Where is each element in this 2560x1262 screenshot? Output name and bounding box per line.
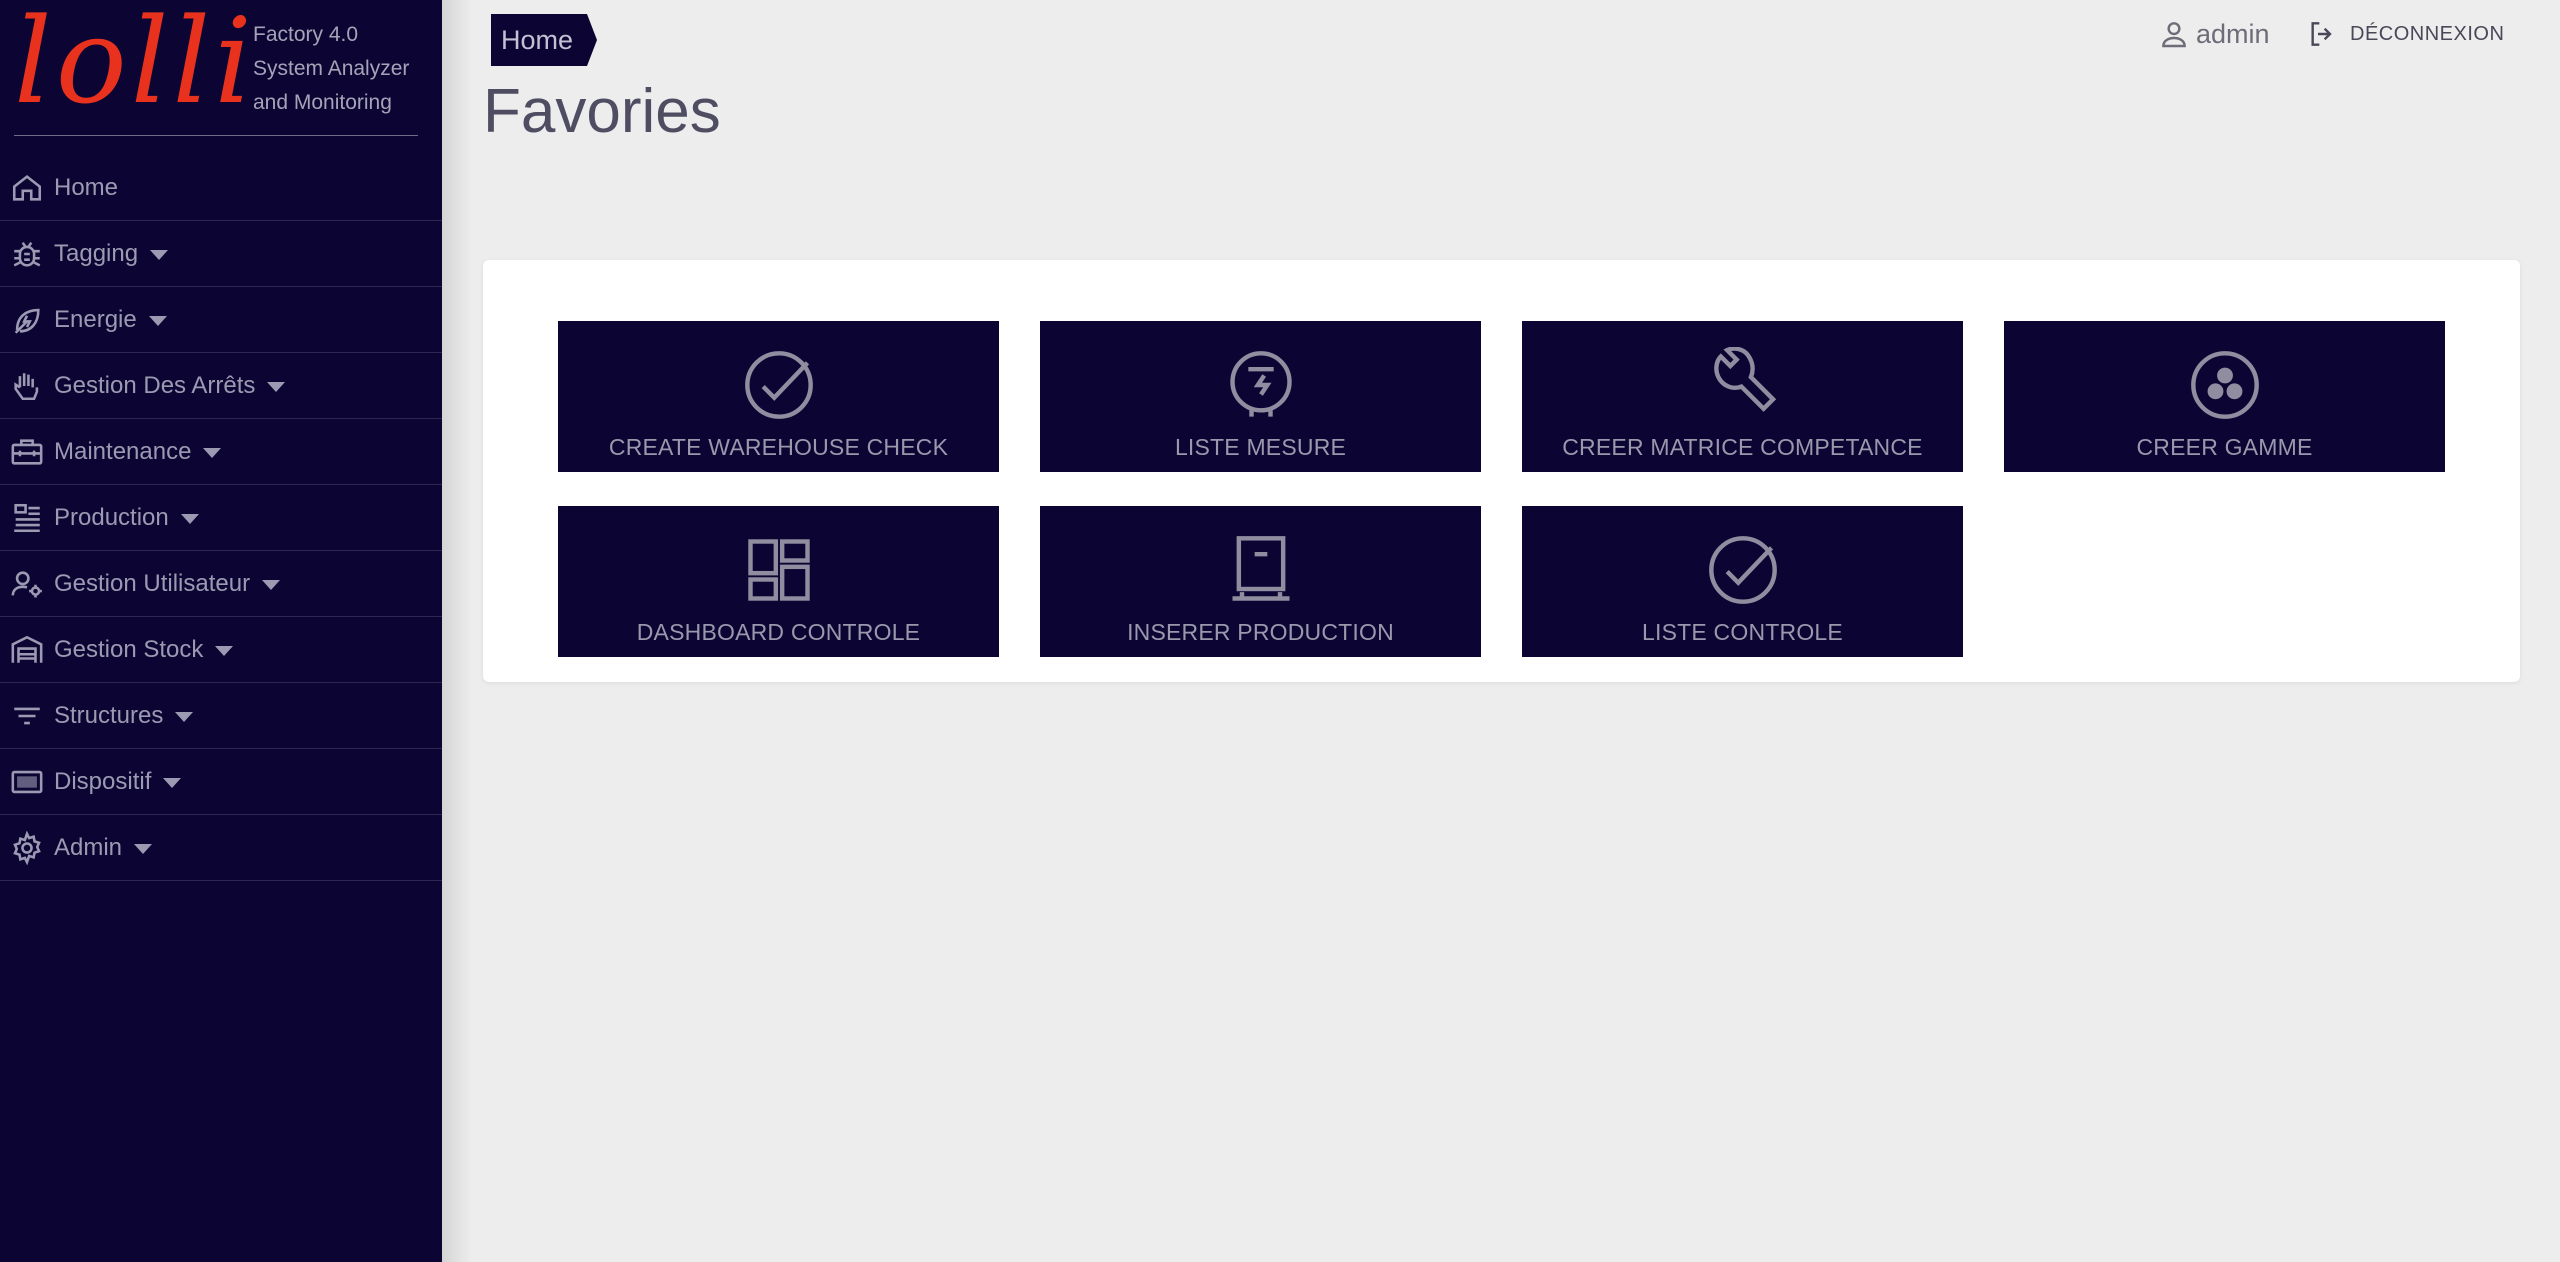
- check-circle-icon: [1708, 536, 1777, 604]
- sidebar-item-label: Energie: [54, 305, 137, 333]
- favorite-tile-label: LISTE MESURE: [1174, 434, 1347, 460]
- user-settings-icon: [0, 551, 54, 617]
- caret-down-icon: [134, 843, 153, 854]
- workspaces-icon: [2190, 351, 2259, 419]
- sidebar-item-admin[interactable]: Admin: [0, 815, 442, 881]
- sidebar-item-production[interactable]: Production: [0, 485, 442, 551]
- check-circle-icon: [744, 351, 813, 419]
- pallet-box-icon: [1232, 536, 1289, 601]
- favorite-tile-liste-mesure[interactable]: LISTE MESURE: [1040, 321, 1481, 472]
- filter-list-icon: [0, 683, 54, 749]
- sidebar-item-label: Home: [54, 173, 119, 201]
- logout-label: DÉCONNEXION: [2350, 22, 2505, 45]
- sidebar-item-label: Production: [54, 503, 169, 531]
- tagline-line: and Monitoring: [253, 91, 392, 114]
- dashboard-icon: [747, 539, 810, 601]
- sidebar-item-label: Gestion Stock: [54, 635, 204, 663]
- brand-logo[interactable]: lolli: [14, 2, 256, 120]
- favorite-tile-label: CREER GAMME: [2136, 434, 2313, 460]
- sidebar-item-label: Tagging: [54, 239, 139, 267]
- favorite-tile-label: DASHBOARD CONTROLE: [636, 619, 921, 645]
- warehouse-icon: [0, 617, 54, 683]
- eco-leaf-icon: [0, 287, 54, 353]
- sidebar-item-label: Dispositif: [54, 767, 152, 795]
- user-name: admin: [2196, 18, 2270, 49]
- sidebar-item-structures[interactable]: Structures: [0, 683, 442, 749]
- favorite-tile-create-warehouse-check[interactable]: CREATE WAREHOUSE CHECK: [558, 321, 999, 472]
- sidebar-item-tagging[interactable]: Tagging: [0, 221, 442, 287]
- sidebar-item-gestion-stock[interactable]: Gestion Stock: [0, 617, 442, 683]
- favorite-tile-label: LISTE CONTROLE: [1642, 619, 1843, 645]
- sidebar-item-energie[interactable]: Energie: [0, 287, 442, 353]
- caret-down-icon: [215, 645, 234, 656]
- sidebar-nav: Home Tagging Energie Gestion Des Arrêts: [0, 155, 442, 881]
- sidebar-item-maintenance[interactable]: Maintenance: [0, 419, 442, 485]
- breadcrumb[interactable]: Home: [491, 14, 598, 66]
- caret-down-icon: [150, 249, 169, 260]
- logout-icon: [2311, 22, 2332, 46]
- sidebar-item-label: Maintenance: [54, 437, 192, 465]
- caret-down-icon: [262, 579, 281, 590]
- sidebar-item-label: Gestion Des Arrêts: [54, 371, 256, 399]
- caret-down-icon: [203, 447, 222, 458]
- brand-header: lolli Factory 4.0 System Analyzer and Mo…: [0, 0, 442, 136]
- favorite-tile-creer-matrice-competance[interactable]: CREER MATRICE COMPETANCE: [1522, 321, 1963, 472]
- sidebar-shadow: [442, 0, 472, 1262]
- favorite-tile-label: INSERER PRODUCTION: [1127, 619, 1394, 645]
- hand-stop-icon: [0, 353, 54, 419]
- sidebar-item-gestion-utilisateur[interactable]: Gestion Utilisateur: [0, 551, 442, 617]
- caret-down-icon: [175, 711, 194, 722]
- sidebar-item-label: Structures: [54, 701, 164, 729]
- caret-down-icon: [180, 513, 199, 524]
- caret-down-icon: [163, 777, 182, 788]
- sidebar-item-dispositif[interactable]: Dispositif: [0, 749, 442, 815]
- sidebar: lolli Factory 4.0 System Analyzer and Mo…: [0, 0, 442, 1262]
- favorite-tile-inserer-production[interactable]: INSERER PRODUCTION: [1040, 506, 1481, 657]
- brand-tagline: Factory 4.0 System Analyzer and Monitori…: [253, 18, 409, 120]
- favorite-tile-dashboard-controle[interactable]: DASHBOARD CONTROLE: [558, 506, 999, 657]
- sidebar-item-home[interactable]: Home: [0, 155, 442, 221]
- divider: [14, 135, 418, 136]
- person-icon: [2162, 22, 2186, 48]
- favorite-tile-creer-gamme[interactable]: CREER GAMME: [2004, 321, 2445, 472]
- favorite-tile-liste-controle[interactable]: LISTE CONTROLE: [1522, 506, 1963, 657]
- home-icon: [0, 155, 54, 221]
- meter-icon: [1229, 351, 1292, 417]
- breadcrumb-arrow: [587, 14, 598, 66]
- breadcrumb-home[interactable]: Home: [491, 14, 588, 66]
- user-menu[interactable]: admin: [2158, 16, 2270, 52]
- bug-icon: [0, 221, 54, 287]
- tagline-line: System Analyzer: [253, 57, 410, 80]
- sidebar-item-label: Admin: [54, 833, 123, 861]
- sidebar-item-gestion-des-arrets[interactable]: Gestion Des Arrêts: [0, 353, 442, 419]
- gear-icon: [0, 815, 54, 881]
- favorites-panel: CREATE WAREHOUSE CHECK LISTE MESURE CREE…: [483, 260, 2520, 682]
- favorite-tile-label: CREATE WAREHOUSE CHECK: [608, 434, 949, 460]
- wrench-icon: [1713, 347, 1776, 412]
- caret-down-icon: [148, 315, 167, 326]
- caret-down-icon: [267, 381, 286, 392]
- production-list-icon: [0, 485, 54, 551]
- tagline-line: Factory 4.0: [253, 23, 359, 46]
- device-icon: [0, 749, 54, 815]
- page-title: Favories: [483, 77, 721, 146]
- toolbox-icon: [0, 419, 54, 485]
- favorite-tile-label: CREER MATRICE COMPETANCE: [1562, 434, 1923, 460]
- sidebar-item-label: Gestion Utilisateur: [54, 569, 251, 597]
- logout-button[interactable]: DÉCONNEXION: [2306, 16, 2504, 52]
